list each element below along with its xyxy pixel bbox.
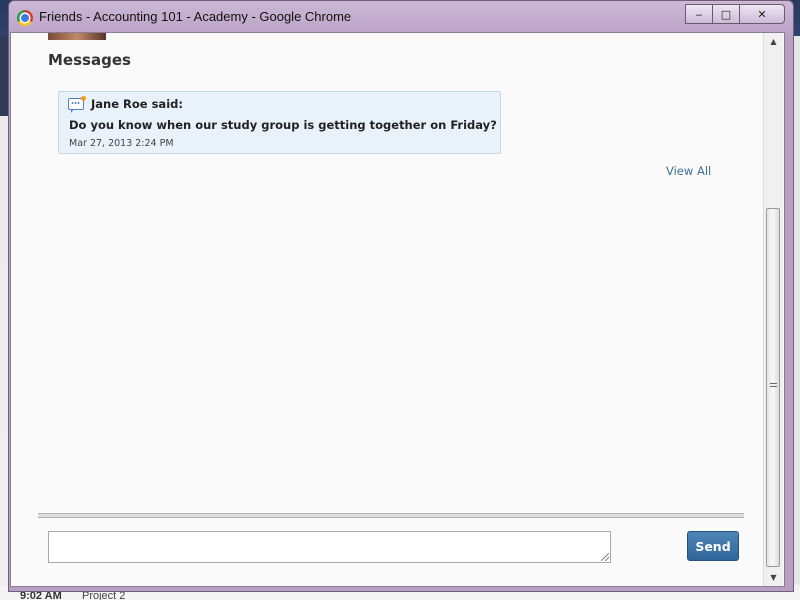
browser-window: Friends - Accounting 101 - Academy - Goo… <box>8 0 794 592</box>
title-bar[interactable]: Friends - Accounting 101 - Academy - Goo… <box>9 1 793 33</box>
avatar <box>48 33 106 40</box>
message-timestamp: Mar 27, 2013 2:24 PM <box>69 138 174 149</box>
chat-dots <box>71 102 80 104</box>
chat-bubble-icon <box>68 96 86 113</box>
message-item: Jane Roe said: Do you know when our stud… <box>58 91 501 154</box>
maximize-button[interactable]: □ <box>712 4 740 24</box>
scroll-thumb[interactable] <box>766 208 780 567</box>
minimize-button[interactable]: ‒ <box>685 4 713 24</box>
message-author: Jane Roe said: <box>91 97 183 111</box>
message-input[interactable] <box>48 531 611 563</box>
scroll-up-arrow-icon[interactable]: ▲ <box>764 33 783 50</box>
chrome-logo-icon <box>17 10 33 26</box>
scroll-down-arrow-icon[interactable]: ▼ <box>764 569 783 586</box>
composer-divider <box>38 513 744 518</box>
window-title: Friends - Accounting 101 - Academy - Goo… <box>39 9 352 24</box>
page-title: Messages <box>48 51 131 69</box>
unread-badge <box>81 96 86 101</box>
resize-grip-icon[interactable] <box>601 553 609 561</box>
scrollbar[interactable]: ▲ ▼ <box>763 33 783 586</box>
send-button[interactable]: Send <box>687 531 739 561</box>
view-all-link[interactable]: View All <box>666 164 711 178</box>
window-controls: ‒ □ ✕ <box>685 4 785 24</box>
message-text: Do you know when our study group is gett… <box>69 118 497 132</box>
thumb-grip-icon <box>770 383 777 389</box>
page-content: Messages Jane Roe said: Do you know when… <box>10 32 785 587</box>
close-button[interactable]: ✕ <box>739 4 785 24</box>
